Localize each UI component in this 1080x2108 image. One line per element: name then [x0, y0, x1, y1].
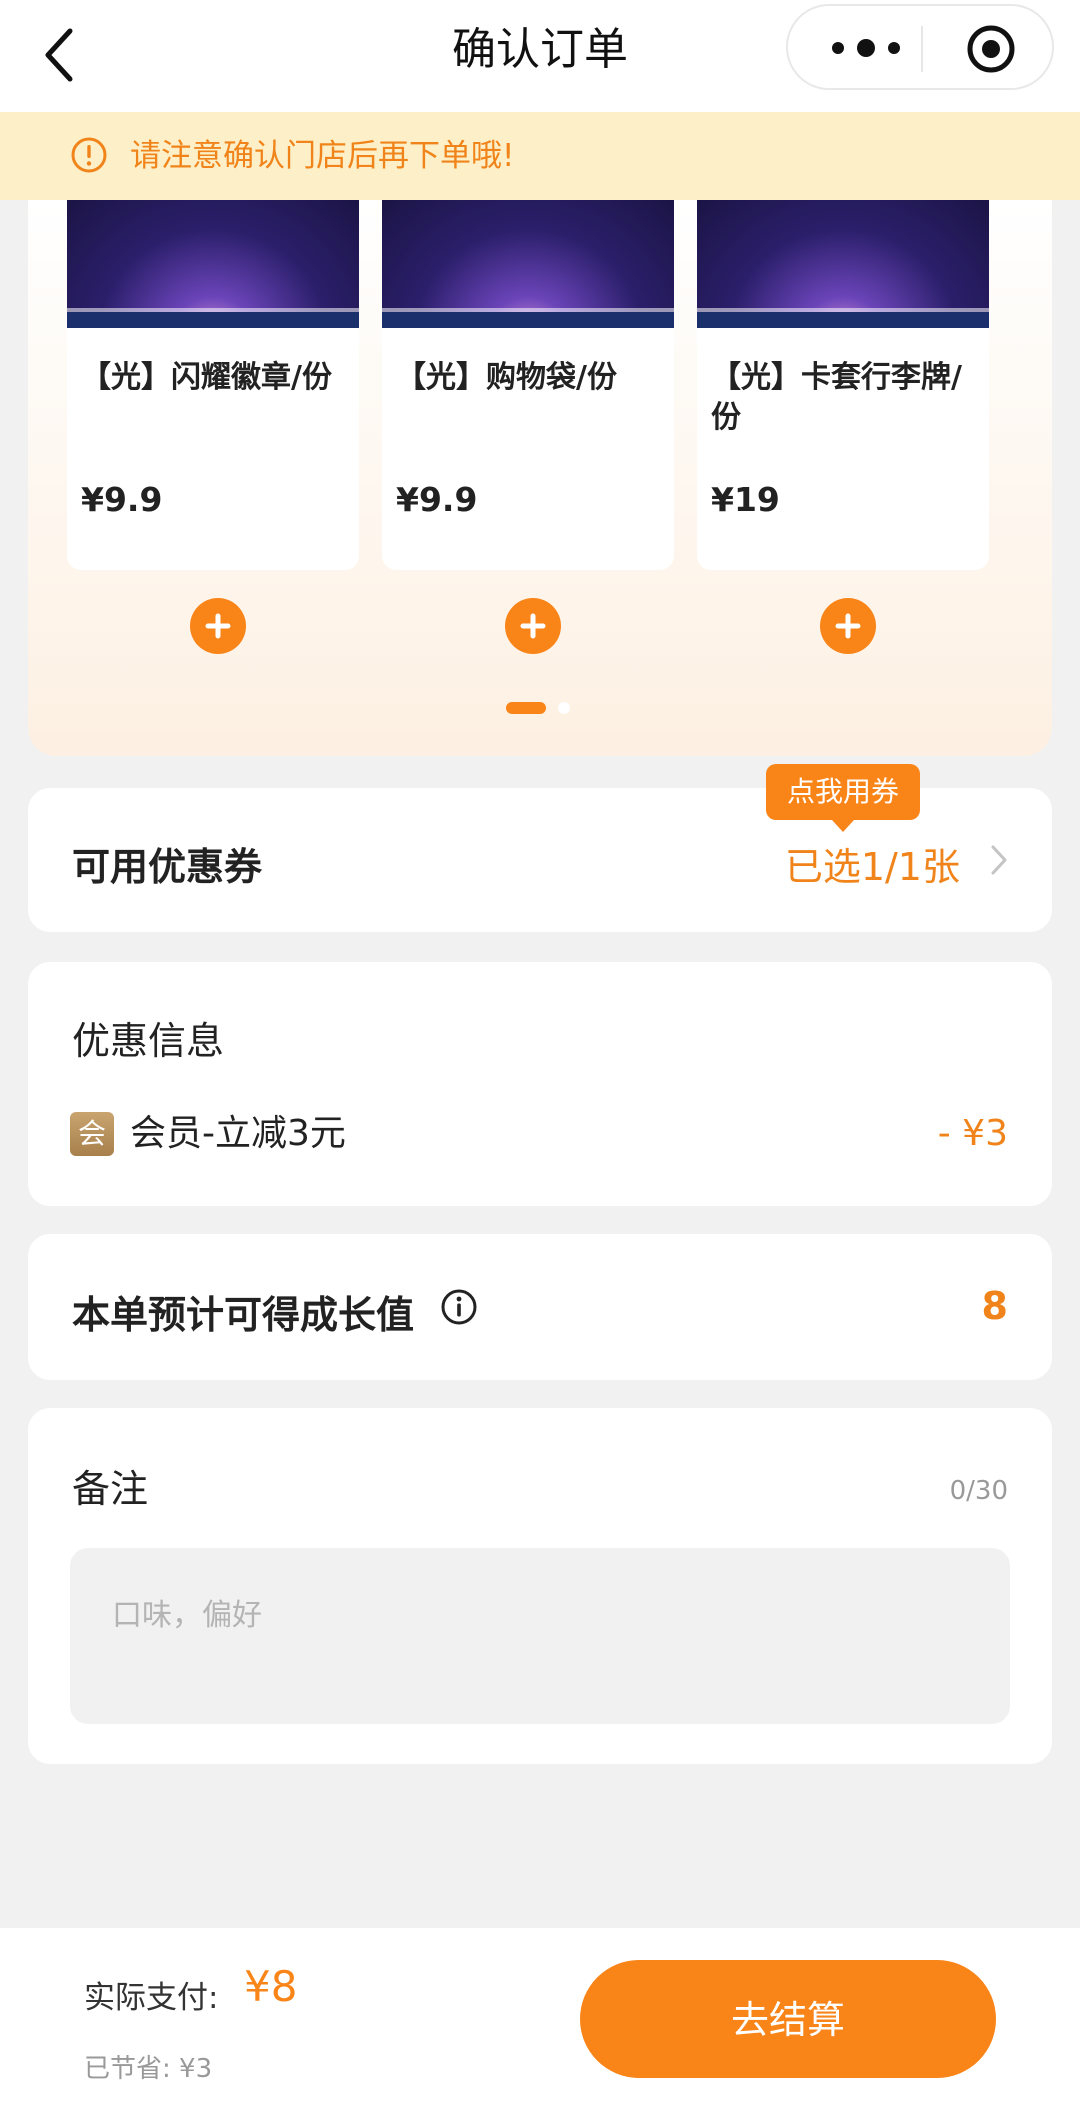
chevron-right-icon: [991, 845, 1007, 875]
product-price: ¥19: [711, 480, 780, 519]
plus-icon: [520, 613, 546, 639]
product-image: [697, 200, 989, 328]
remark-input[interactable]: [70, 1548, 1010, 1724]
member-badge-icon: 会: [70, 1112, 114, 1156]
growth-value: 8: [981, 1284, 1008, 1328]
remark-panel: 备注 0/30: [28, 1408, 1052, 1764]
nav-bar: 确认订单: [0, 0, 1080, 112]
remark-char-count: 0/30: [949, 1476, 1008, 1506]
discount-item-label: 会员-立减3元: [130, 1113, 346, 1154]
product-card[interactable]: 【光】闪耀徽章/份 ¥9.9: [67, 200, 359, 570]
saved-amount: 已节省: ¥3: [84, 2054, 213, 2084]
remark-label: 备注: [72, 1467, 149, 1511]
product-price: ¥9.9: [81, 480, 163, 519]
more-dots-icon[interactable]: [826, 28, 936, 68]
product-card[interactable]: 【光】卡套行李牌/份 ¥19: [697, 200, 989, 570]
pager-dot[interactable]: [558, 702, 570, 714]
capsule-divider: [921, 26, 923, 72]
growth-value-panel: 本单预计可得成长值 8: [28, 1234, 1052, 1380]
info-warning-icon: [71, 137, 107, 173]
info-icon[interactable]: [440, 1288, 478, 1326]
add-product-button[interactable]: [820, 598, 876, 654]
product-image: [382, 200, 674, 328]
notice-banner: 请注意确认门店后再下单哦!: [0, 112, 1080, 200]
plus-icon: [205, 613, 231, 639]
product-name: 【光】闪耀徽章/份: [81, 360, 332, 395]
close-target-icon[interactable]: [966, 24, 1016, 74]
promo-carousel: 【光】闪耀徽章/份 ¥9.9 【光】购物袋/份 ¥9.9 【光】卡套行李牌/份 …: [28, 200, 1052, 756]
discount-info-panel: 优惠信息 会 会员-立减3元 - ¥3: [28, 962, 1052, 1206]
coupon-label: 可用优惠券: [72, 845, 263, 889]
discount-title: 优惠信息: [72, 1019, 225, 1063]
checkout-footer: 实际支付: ¥8 已节省: ¥3 去结算: [0, 1928, 1080, 2108]
product-card[interactable]: 【光】购物袋/份 ¥9.9: [382, 200, 674, 570]
miniprogram-capsule: [786, 4, 1054, 90]
coupon-selected-value: 已选1/1张: [784, 845, 960, 889]
growth-label: 本单预计可得成长值: [72, 1293, 415, 1337]
discount-item-amount: - ¥3: [937, 1113, 1008, 1154]
plus-icon: [835, 613, 861, 639]
add-product-button[interactable]: [505, 598, 561, 654]
pay-amount: ¥8: [244, 1962, 298, 2011]
use-coupon-tooltip[interactable]: 点我用券: [766, 764, 920, 832]
notice-text: 请注意确认门店后再下单哦!: [130, 138, 515, 174]
product-name: 【光】卡套行李牌/份: [711, 360, 962, 435]
product-image: [67, 200, 359, 328]
add-product-button[interactable]: [190, 598, 246, 654]
checkout-button[interactable]: 去结算: [580, 1960, 996, 2078]
product-name: 【光】购物袋/份: [396, 360, 617, 395]
product-price: ¥9.9: [396, 480, 478, 519]
pager-dot-active[interactable]: [506, 702, 546, 714]
pay-label: 实际支付:: [84, 1980, 219, 2016]
